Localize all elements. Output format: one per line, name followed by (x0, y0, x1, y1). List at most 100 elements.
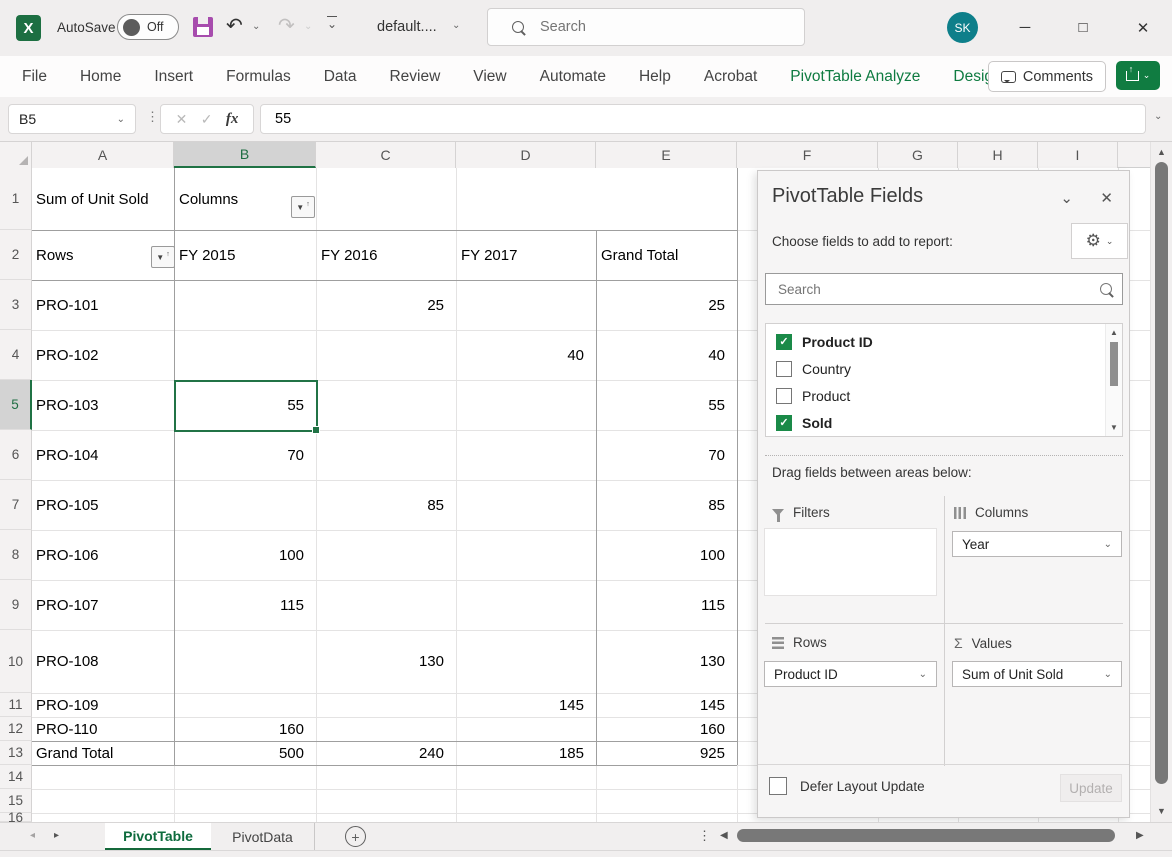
row-label-cell[interactable]: PRO-106 (33, 530, 172, 580)
tab-view[interactable]: View (473, 68, 506, 86)
pivot-value-title-cell[interactable]: Sum of Unit Sold (33, 168, 172, 230)
column-header-b[interactable]: B (174, 142, 316, 168)
checkbox-checked-icon[interactable]: ✓ (776, 334, 792, 350)
tab-acrobat[interactable]: Acrobat (704, 68, 757, 86)
value-cell[interactable]: 100 (176, 530, 308, 580)
value-cell[interactable] (458, 717, 588, 741)
pivot-colheader-fy2017[interactable]: FY 2017 (458, 230, 588, 280)
row-label-cell[interactable]: PRO-101 (33, 280, 172, 330)
vertical-scrollbar[interactable]: ▲ ▼ (1150, 142, 1172, 830)
row-header-14[interactable]: 14 (0, 765, 32, 789)
tab-pivottable-analyze[interactable]: PivotTable Analyze (790, 68, 920, 86)
value-cell[interactable] (458, 430, 588, 480)
row-label-cell[interactable]: PRO-104 (33, 430, 172, 480)
name-box[interactable]: B5 ⌄ (8, 104, 136, 134)
undo-button[interactable]: ↶ (226, 13, 243, 38)
formula-input[interactable]: 55 (260, 104, 1146, 134)
total-cell[interactable]: 145 (598, 693, 729, 717)
column-header-f[interactable]: F (737, 142, 878, 168)
vertical-scroll-thumb[interactable] (1155, 162, 1168, 784)
defer-checkbox[interactable] (769, 777, 787, 795)
pivot-colheader-fy2016[interactable]: FY 2016 (318, 230, 448, 280)
value-cell[interactable]: 145 (458, 693, 588, 717)
row-label-cell[interactable]: PRO-108 (33, 630, 172, 693)
tab-nav-next-icon[interactable]: ▸ (54, 830, 59, 841)
tab-help[interactable]: Help (639, 68, 671, 86)
row-label-cell[interactable]: PRO-109 (33, 693, 172, 717)
cancel-entry-icon[interactable]: ✕ (176, 111, 188, 128)
tab-formulas[interactable]: Formulas (226, 68, 291, 86)
value-cell[interactable]: 115 (176, 580, 308, 630)
field-item-product-id[interactable]: ✓ Product ID (776, 328, 873, 355)
value-cell[interactable] (318, 430, 448, 480)
tab-automate[interactable]: Automate (540, 68, 606, 86)
value-cell[interactable] (176, 693, 308, 717)
value-cell[interactable] (458, 480, 588, 530)
row-header-16[interactable]: 16 (0, 813, 32, 822)
hscroll-left-icon[interactable]: ◀ (720, 830, 728, 841)
sheet-tab-pivotdata[interactable]: PivotData (211, 823, 315, 850)
value-cell[interactable] (458, 580, 588, 630)
total-cell[interactable]: 100 (598, 530, 729, 580)
field-item-sold[interactable]: ✓ Sold (776, 409, 832, 436)
value-cell[interactable] (458, 630, 588, 693)
value-cell[interactable]: 160 (176, 717, 308, 741)
column-header-e[interactable]: E (596, 142, 737, 168)
total-cell[interactable]: 55 (598, 380, 729, 430)
account-avatar[interactable]: SK (947, 12, 978, 43)
pivot-colheader-grand-total[interactable]: Grand Total (598, 230, 729, 280)
value-cell[interactable]: 130 (318, 630, 448, 693)
total-cell[interactable]: 40 (598, 330, 729, 380)
tab-home[interactable]: Home (80, 68, 121, 86)
update-button[interactable]: Update (1060, 774, 1122, 802)
app-search-box[interactable] (487, 8, 805, 46)
total-cell[interactable]: 70 (598, 430, 729, 480)
value-cell[interactable] (176, 630, 308, 693)
value-cell[interactable]: 240 (318, 741, 448, 765)
columns-filter-dropdown[interactable]: ▼↑ (291, 196, 315, 218)
field-item-product[interactable]: Product (776, 382, 850, 409)
redo-dropdown-icon[interactable]: ⌄ (304, 21, 312, 32)
column-header-d[interactable]: D (456, 142, 596, 168)
comments-button[interactable]: Comments (988, 61, 1106, 92)
minimize-button[interactable]: ─ (1012, 19, 1038, 36)
column-header-h[interactable]: H (958, 142, 1038, 168)
total-cell[interactable]: 130 (598, 630, 729, 693)
value-cell[interactable] (318, 693, 448, 717)
column-header-g[interactable]: G (878, 142, 958, 168)
value-cell[interactable]: 185 (458, 741, 588, 765)
total-cell[interactable]: 925 (598, 741, 729, 765)
horizontal-scroll-thumb[interactable] (737, 829, 1115, 842)
sheet-tab-pivottable[interactable]: PivotTable (105, 823, 211, 850)
insert-function-icon[interactable]: fx (226, 111, 239, 128)
column-header-i[interactable]: I (1038, 142, 1118, 168)
field-list-scrollbar[interactable]: ▲ ▼ (1105, 324, 1122, 436)
value-cell[interactable] (458, 530, 588, 580)
formula-bar-splitter[interactable]: ⋮ (146, 109, 159, 125)
value-cell[interactable]: 25 (318, 280, 448, 330)
pane-collapse-icon[interactable]: ⌄ (1060, 189, 1073, 207)
value-cell[interactable] (318, 330, 448, 380)
tab-data[interactable]: Data (324, 68, 357, 86)
checkbox-icon[interactable] (776, 361, 792, 377)
tab-nav-prev-icon[interactable]: ◂ (30, 830, 35, 841)
rows-filter-dropdown[interactable]: ▼↑ (151, 246, 175, 268)
confirm-entry-icon[interactable]: ✓ (201, 111, 213, 128)
total-cell[interactable]: 25 (598, 280, 729, 330)
scroll-thumb[interactable] (1110, 342, 1118, 386)
row-label-cell[interactable]: PRO-105 (33, 480, 172, 530)
undo-dropdown-icon[interactable]: ⌄ (252, 21, 260, 32)
column-header-c[interactable]: C (316, 142, 456, 168)
tab-file[interactable]: File (22, 68, 47, 86)
pivot-colheader-fy2015[interactable]: FY 2015 (176, 230, 308, 280)
pane-close-icon[interactable]: ✕ (1100, 189, 1113, 207)
rows-field-product-id[interactable]: Product ID ⌄ (764, 661, 937, 687)
fields-search-input[interactable] (776, 281, 1100, 298)
autosave-toggle[interactable]: Off (117, 14, 179, 40)
total-cell[interactable]: 85 (598, 480, 729, 530)
active-cell-selection[interactable] (174, 380, 318, 432)
workbook-dropdown-icon[interactable]: ⌄ (452, 20, 460, 31)
app-search-input[interactable] (538, 18, 782, 36)
value-cell[interactable] (318, 717, 448, 741)
value-cell[interactable] (176, 330, 308, 380)
